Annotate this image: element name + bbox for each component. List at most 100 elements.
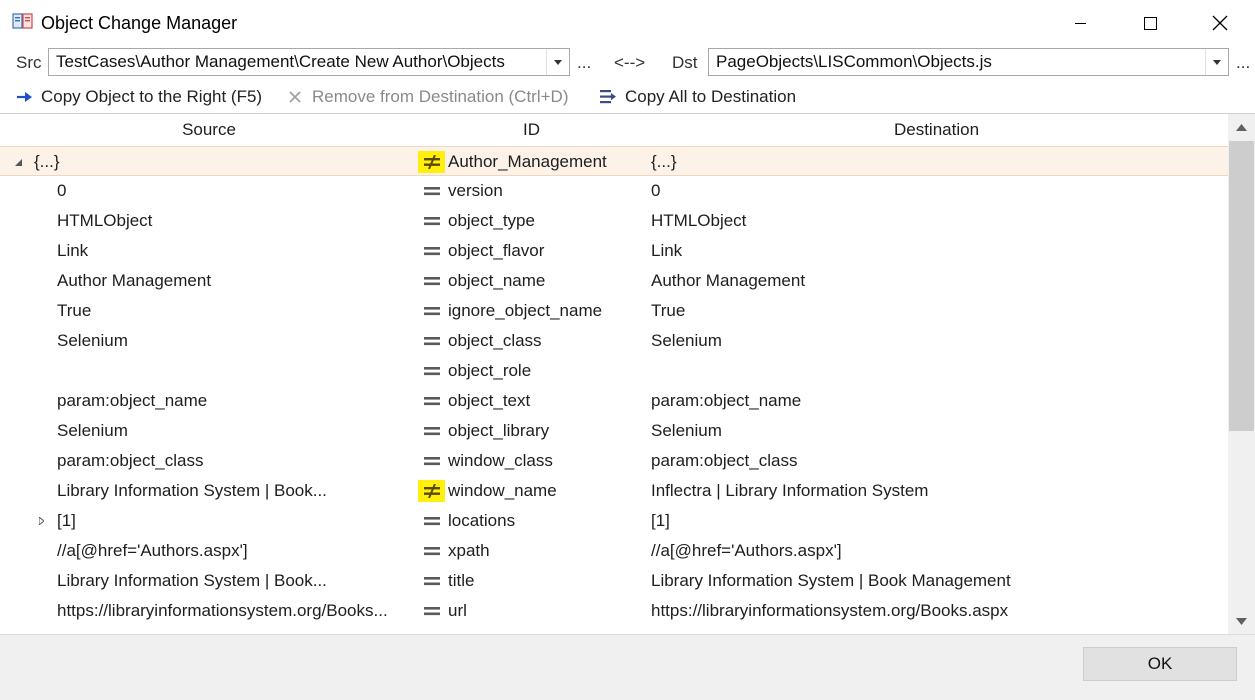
destination-cell: HTMLObject	[651, 211, 747, 230]
source-cell	[57, 356, 417, 386]
destination-cell	[651, 356, 1221, 386]
dst-label: Dst	[672, 53, 698, 72]
table-row[interactable]: Selenium object_library Selenium	[0, 416, 1228, 446]
not-equal-icon	[418, 151, 445, 173]
destination-cell: param:object_name	[651, 391, 802, 410]
destination-cell: https://libraryinformationsystem.org/Boo…	[651, 601, 1009, 620]
table-row[interactable]: Link object_flavor Link	[0, 236, 1228, 266]
id-cell: object_role	[448, 361, 532, 380]
source-cell: https://libraryinformationsystem.org/Boo…	[57, 601, 388, 620]
source-cell: {...}	[34, 152, 60, 171]
source-cell: Selenium	[57, 331, 128, 350]
src-browse-button[interactable]: ...	[577, 52, 591, 74]
vertical-scrollbar[interactable]	[1228, 114, 1255, 634]
id-cell: object_name	[448, 271, 546, 290]
table-row[interactable]: True ignore_object_name True	[0, 296, 1228, 326]
id-cell: object_type	[448, 211, 535, 230]
equal-icon	[418, 210, 446, 232]
maximize-button[interactable]	[1115, 0, 1185, 46]
scrollbar-thumb[interactable]	[1229, 141, 1254, 431]
src-combo-value: TestCases\Author Management\Create New A…	[56, 52, 505, 71]
remove-from-destination-button[interactable]: Remove from Destination (Ctrl+D)	[284, 85, 569, 109]
dst-combo[interactable]: PageObjects\LISCommon\Objects.js	[708, 48, 1229, 76]
ok-button[interactable]: OK	[1083, 647, 1237, 681]
id-cell: window_name	[448, 481, 557, 500]
equal-icon	[418, 390, 446, 412]
copy-object-right-button[interactable]: Copy Object to the Right (F5)	[13, 85, 262, 109]
column-header-id[interactable]: ID	[418, 114, 645, 146]
id-cell: title	[448, 571, 475, 590]
destination-cell: Selenium	[651, 331, 722, 350]
equal-icon	[418, 330, 446, 352]
id-cell: object_flavor	[448, 241, 545, 260]
equal-icon	[418, 570, 446, 592]
dst-browse-button[interactable]: ...	[1236, 52, 1250, 74]
table-row[interactable]: {...} Author_Management {...}	[0, 146, 1228, 176]
equal-icon	[418, 600, 446, 622]
id-cell: locations	[448, 511, 516, 530]
src-combo[interactable]: TestCases\Author Management\Create New A…	[48, 48, 570, 76]
chevron-down-icon[interactable]	[546, 49, 569, 75]
scroll-up-arrow-icon[interactable]	[1228, 114, 1255, 140]
source-cell: Link	[57, 241, 89, 260]
dst-combo-value: PageObjects\LISCommon\Objects.js	[716, 52, 992, 71]
equal-icon	[418, 450, 446, 472]
destination-cell: [1]	[651, 511, 670, 530]
close-button[interactable]	[1185, 0, 1255, 46]
column-header-destination[interactable]: Destination	[645, 114, 1228, 146]
id-cell: ignore_object_name	[448, 301, 603, 320]
chevron-down-icon[interactable]	[1205, 49, 1228, 75]
source-cell: param:object_name	[57, 391, 208, 410]
table-row[interactable]: [1] locations [1]	[0, 506, 1228, 536]
equal-icon	[418, 300, 446, 322]
id-cell: version	[448, 181, 503, 200]
equal-icon	[418, 510, 446, 532]
id-cell: object_class	[448, 331, 542, 350]
table-row[interactable]: Library Information System | Book... wind…	[0, 476, 1228, 506]
destination-cell: Inflectra | Library Information System	[651, 481, 929, 500]
source-cell: 0	[57, 181, 67, 200]
source-cell: //a[@href='Authors.aspx']	[57, 541, 248, 560]
id-cell: Author_Management	[448, 152, 607, 171]
table-row[interactable]: https://libraryinformationsystem.org/Boo…	[0, 596, 1228, 626]
source-cell: Author Management	[57, 271, 212, 290]
dialog-footer: OK	[0, 634, 1255, 700]
tree-expanded-icon[interactable]	[12, 147, 24, 177]
column-header-source[interactable]: Source	[0, 114, 418, 146]
destination-cell: Link	[651, 241, 683, 260]
destination-cell: Author Management	[651, 271, 806, 290]
table-row[interactable]: Selenium object_class Selenium	[0, 326, 1228, 356]
source-cell: HTMLObject	[57, 211, 153, 230]
table-row[interactable]: param:object_name object_text param:object…	[0, 386, 1228, 416]
source-cell: Library Information System | Book...	[57, 571, 327, 590]
equal-icon	[418, 270, 446, 292]
tree-collapsed-icon[interactable]	[35, 506, 47, 536]
scroll-down-arrow-icon[interactable]	[1228, 608, 1255, 634]
table-row[interactable]: Library Information System | Book... titl…	[0, 566, 1228, 596]
source-cell: [1]	[57, 511, 76, 530]
minimize-icon	[1074, 22, 1086, 24]
table-row[interactable]: object_role	[0, 356, 1228, 386]
swap-button[interactable]: <-->	[614, 52, 645, 74]
source-cell: Library Information System | Book...	[57, 481, 327, 500]
src-label: Src	[16, 53, 42, 72]
copy-all-icon	[597, 86, 619, 108]
destination-cell: True	[651, 301, 686, 320]
destination-cell: 0	[651, 181, 661, 200]
table-row[interactable]: //a[@href='Authors.aspx'] xpath //a[@href=…	[0, 536, 1228, 566]
table-row[interactable]: Author Management object_name Author Manag…	[0, 266, 1228, 296]
equal-icon	[418, 540, 446, 562]
title-bar: Object Change Manager	[0, 0, 1255, 46]
copy-all-button[interactable]: Copy All to Destination	[597, 85, 796, 109]
minimize-button[interactable]	[1045, 0, 1115, 46]
table-row[interactable]: 0 version 0	[0, 176, 1228, 206]
id-cell: object_library	[448, 421, 550, 440]
table-row[interactable]: param:object_class window_class param:obje…	[0, 446, 1228, 476]
equal-icon	[418, 240, 446, 262]
object-grid[interactable]: Source ID Destination {...} Author_Manage…	[0, 113, 1255, 635]
destination-cell: Library Information System | Book Manage…	[651, 571, 1011, 590]
app-icon	[12, 13, 34, 31]
table-row[interactable]: HTMLObject object_type HTMLObject	[0, 206, 1228, 236]
remove-x-icon	[284, 86, 306, 108]
maximize-icon	[1143, 16, 1157, 30]
